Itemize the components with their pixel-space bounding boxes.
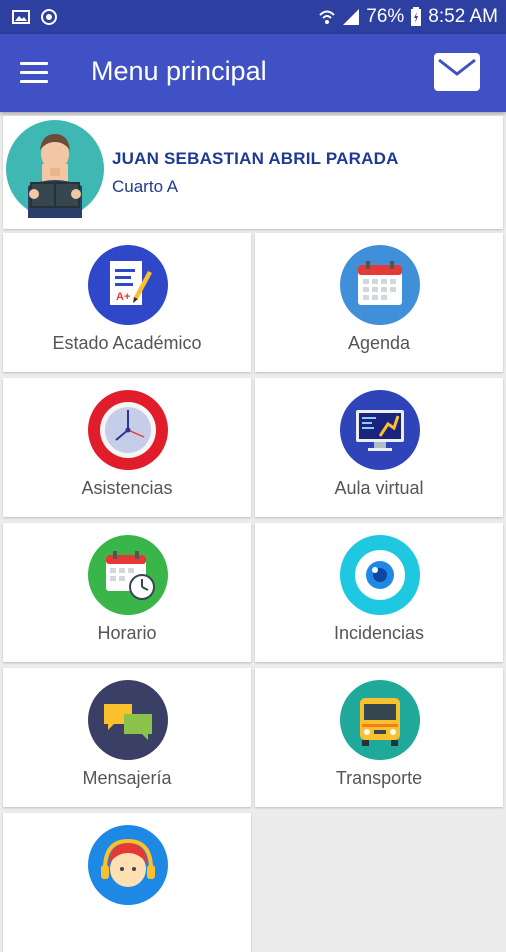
menu-label-academic: Estado Académico — [52, 333, 202, 353]
support-headset-icon — [88, 825, 168, 905]
report-card-icon: A+ — [88, 245, 168, 325]
menu-tile-incidents[interactable]: Incidencias — [255, 523, 503, 662]
menu-label-transport: Transporte — [335, 768, 423, 788]
menu-tile-virtual-classroom[interactable]: Aula virtual — [255, 378, 503, 517]
menu-label-incidents: Incidencias — [333, 623, 425, 643]
menu-label-messaging: Mensajería — [82, 768, 172, 788]
menu-tile-transport[interactable]: Transporte — [255, 668, 503, 807]
student-grade: Cuarto A — [112, 177, 179, 196]
page-title: Menu principal — [91, 56, 267, 86]
student-card[interactable]: JUAN SEBASTIAN ABRIL PARADA Cuarto A — [3, 116, 503, 229]
menu-label-schedule: Horario — [97, 623, 157, 643]
student-avatar — [6, 120, 104, 218]
monitor-icon — [340, 390, 420, 470]
app-bar: Menu principal — [0, 34, 506, 112]
chat-bubbles-icon — [88, 680, 168, 760]
menu-icon[interactable] — [20, 62, 48, 84]
mail-icon[interactable] — [434, 53, 480, 91]
menu-label-attendance: Asistencias — [81, 478, 173, 498]
battery-icon — [411, 7, 422, 26]
wifi-icon — [319, 10, 335, 24]
eye-icon — [340, 535, 420, 615]
svg-text:A+: A+ — [116, 291, 130, 303]
menu-label-virtual-classroom: Aula virtual — [334, 478, 424, 498]
student-name: JUAN SEBASTIAN ABRIL PARADA — [112, 149, 399, 168]
bus-icon — [340, 680, 420, 760]
menu-tile-support[interactable] — [3, 813, 251, 952]
gallery-notification-icon — [12, 10, 30, 24]
menu-tile-academic[interactable]: A+ Estado Académico — [3, 233, 251, 372]
schedule-calendar-icon — [88, 535, 168, 615]
menu-tile-agenda[interactable]: Agenda — [255, 233, 503, 372]
status-bar: 76% 8:52 AM — [0, 0, 506, 34]
battery-percent: 76% — [366, 6, 405, 27]
menu-tile-attendance[interactable]: Asistencias — [3, 378, 251, 517]
sync-notification-icon — [41, 9, 57, 25]
menu-tile-schedule[interactable]: Horario — [3, 523, 251, 662]
menu-label-agenda: Agenda — [347, 333, 411, 353]
status-time: 8:52 AM — [428, 6, 498, 27]
signal-icon — [343, 9, 360, 25]
menu-tile-messaging[interactable]: Mensajería — [3, 668, 251, 807]
calendar-icon — [340, 245, 420, 325]
clock-icon — [88, 390, 168, 470]
